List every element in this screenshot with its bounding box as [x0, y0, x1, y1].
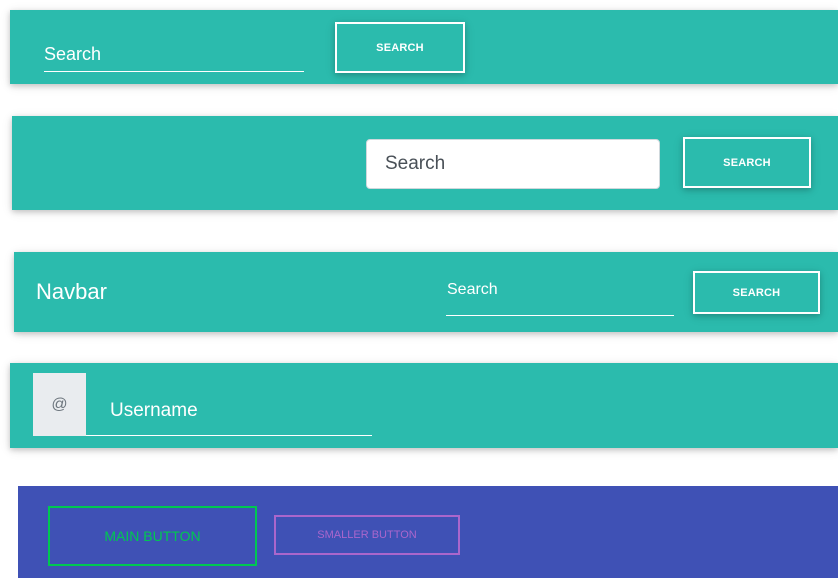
search-input-placeholder: Search — [447, 281, 498, 298]
button-bar: MAIN BUTTON SMALLER BUTTON — [18, 486, 838, 578]
search-button[interactable]: SEARCH — [683, 137, 811, 188]
navbar-3: Navbar Search SEARCH — [14, 252, 838, 332]
search-input-placeholder: Search — [44, 44, 102, 64]
main-button[interactable]: MAIN BUTTON — [48, 506, 257, 566]
search-input[interactable]: Search — [366, 139, 660, 189]
navbar-2: Search SEARCH — [12, 116, 838, 210]
username-input[interactable]: Username — [86, 373, 372, 436]
navbar-brand[interactable]: Navbar — [36, 279, 107, 305]
search-input-placeholder: Search — [385, 153, 446, 174]
navbar-4: @ Username — [10, 363, 838, 448]
smaller-button[interactable]: SMALLER BUTTON — [274, 515, 460, 555]
at-sign-addon: @ — [33, 373, 86, 436]
search-input[interactable]: Search — [44, 34, 304, 72]
username-input-placeholder: Username — [110, 400, 198, 421]
search-button[interactable]: SEARCH — [693, 271, 820, 314]
search-input[interactable]: Search — [446, 277, 674, 316]
navbar-1: Search SEARCH — [10, 10, 838, 84]
search-button[interactable]: SEARCH — [335, 22, 465, 73]
